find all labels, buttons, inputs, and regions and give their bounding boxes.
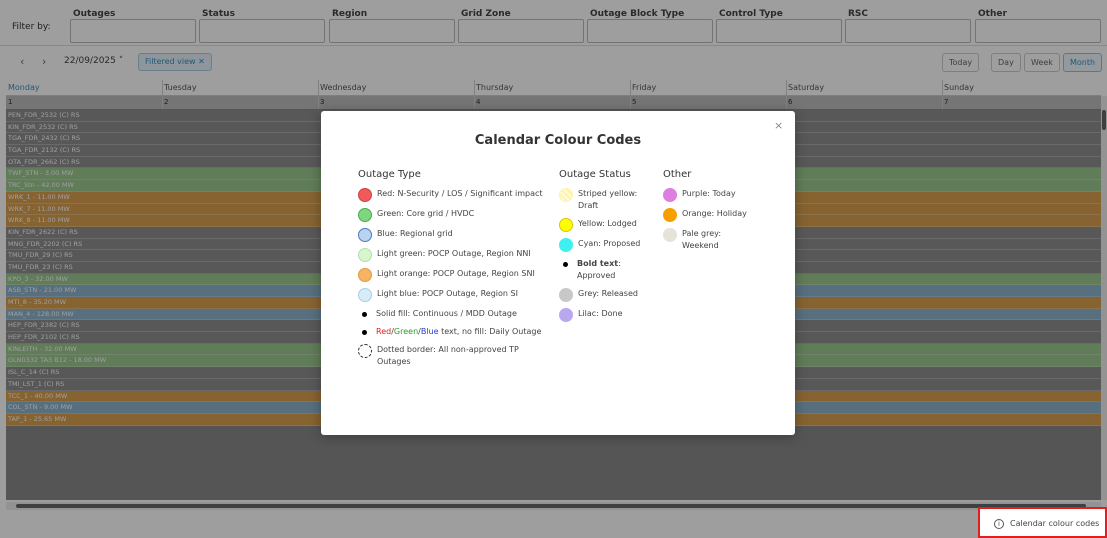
outage-status-column: Outage Status Striped yellow: Draft Yello… — [559, 169, 654, 328]
legend-bold-label: Bold text — [577, 259, 619, 268]
modal-title: Calendar Colour Codes — [474, 133, 642, 148]
legend-text: Red/Green/Blue text, no fill: Daily Outa… — [376, 326, 541, 338]
colour-swatch-icon — [559, 238, 573, 252]
other-column: Other Purple: Today Orange: Holiday Pale g… — [663, 169, 763, 258]
legend-item: Purple: Today — [663, 188, 763, 202]
legend-bold-text: Bold text: Approved — [559, 258, 654, 282]
calendar-colour-codes-button[interactable]: i Calendar colour codes — [978, 507, 1107, 538]
calendar-colour-codes-label: Calendar colour codes — [1010, 519, 1100, 528]
colour-swatch-icon — [559, 288, 573, 302]
legend-item: Lilac: Done — [559, 308, 654, 322]
colour-codes-modal: × Calendar Colour Codes Outage Type Red:… — [321, 111, 795, 435]
legend-item: Cyan: Proposed — [559, 238, 654, 252]
legend-text: Yellow: Lodged — [578, 219, 637, 228]
colour-swatch-icon — [663, 188, 677, 202]
legend-item: Green: Core grid / HVDC — [358, 208, 558, 222]
legend-text: Red: N-Security / LOS / Significant impa… — [377, 189, 543, 198]
legend-item: Light orange: POCP Outage, Region SNI — [358, 268, 558, 282]
legend-text: Dotted border: All non-approved TP Outag… — [377, 345, 519, 366]
bullet-icon — [362, 330, 367, 335]
legend-text: Orange: Holiday — [682, 209, 747, 218]
legend-item: Orange: Holiday — [663, 208, 763, 222]
legend-text: Purple: Today — [682, 189, 736, 198]
colour-swatch-icon — [358, 188, 372, 202]
legend-text: Solid fill: Continuous / MDD Outage — [376, 309, 517, 318]
legend-item: Light green: POCP Outage, Region NNI — [358, 248, 558, 262]
legend-text: Striped yellow: Draft — [578, 189, 638, 210]
legend-item: Yellow: Lodged — [559, 218, 654, 232]
legend-text-rest: text, no fill: Daily Outage — [441, 327, 542, 336]
colour-swatch-icon — [559, 188, 573, 202]
legend-text: Bold text: Approved — [577, 258, 647, 282]
legend-text: Light blue: POCP Outage, Region SI — [377, 289, 518, 298]
colour-swatch-icon — [358, 288, 372, 302]
legend-item: Blue: Regional grid — [358, 228, 558, 242]
legend-red-word: Red — [376, 327, 392, 336]
legend-text: Light green: POCP Outage, Region NNI — [377, 249, 531, 258]
outage-status-title: Outage Status — [559, 169, 631, 180]
colour-swatch-icon — [559, 218, 573, 232]
legend-item: Light blue: POCP Outage, Region SI — [358, 288, 558, 302]
colour-swatch-icon — [358, 228, 372, 242]
legend-text: Pale grey: Weekend — [682, 229, 722, 250]
outage-type-column: Outage Type Red: N-Security / LOS / Sign… — [358, 169, 558, 374]
legend-text: Cyan: Proposed — [578, 239, 641, 248]
outage-type-title: Outage Type — [358, 169, 421, 180]
legend-item: Pale grey: Weekend — [663, 228, 763, 252]
colour-swatch-icon — [663, 208, 677, 222]
bullet-icon — [362, 312, 367, 317]
dotted-circle-icon — [358, 344, 372, 358]
legend-blue-word: Blue — [420, 327, 439, 336]
info-icon: i — [994, 519, 1004, 529]
close-icon[interactable]: × — [774, 119, 783, 132]
legend-dotted-border: Dotted border: All non-approved TP Outag… — [358, 344, 558, 368]
legend-text: Blue: Regional grid — [377, 229, 453, 238]
legend-text: Grey: Released — [578, 289, 638, 298]
other-title: Other — [663, 169, 692, 180]
legend-item: Red: N-Security / LOS / Significant impa… — [358, 188, 558, 202]
bullet-icon — [563, 262, 568, 267]
colour-swatch-icon — [358, 248, 372, 262]
colour-swatch-icon — [358, 208, 372, 222]
legend-item: Grey: Released — [559, 288, 654, 302]
colour-swatch-icon — [559, 308, 573, 322]
legend-green-word: Green — [393, 327, 419, 336]
legend-text-no-fill: Red/Green/Blue text, no fill: Daily Outa… — [358, 326, 558, 338]
colour-swatch-icon — [663, 228, 677, 242]
legend-text: Light orange: POCP Outage, Region SNI — [377, 269, 535, 278]
legend-item: Striped yellow: Draft — [559, 188, 654, 212]
colour-swatch-icon — [358, 268, 372, 282]
legend-text: Lilac: Done — [578, 309, 623, 318]
legend-solid-fill: Solid fill: Continuous / MDD Outage — [358, 308, 558, 320]
legend-text: Green: Core grid / HVDC — [377, 209, 475, 218]
